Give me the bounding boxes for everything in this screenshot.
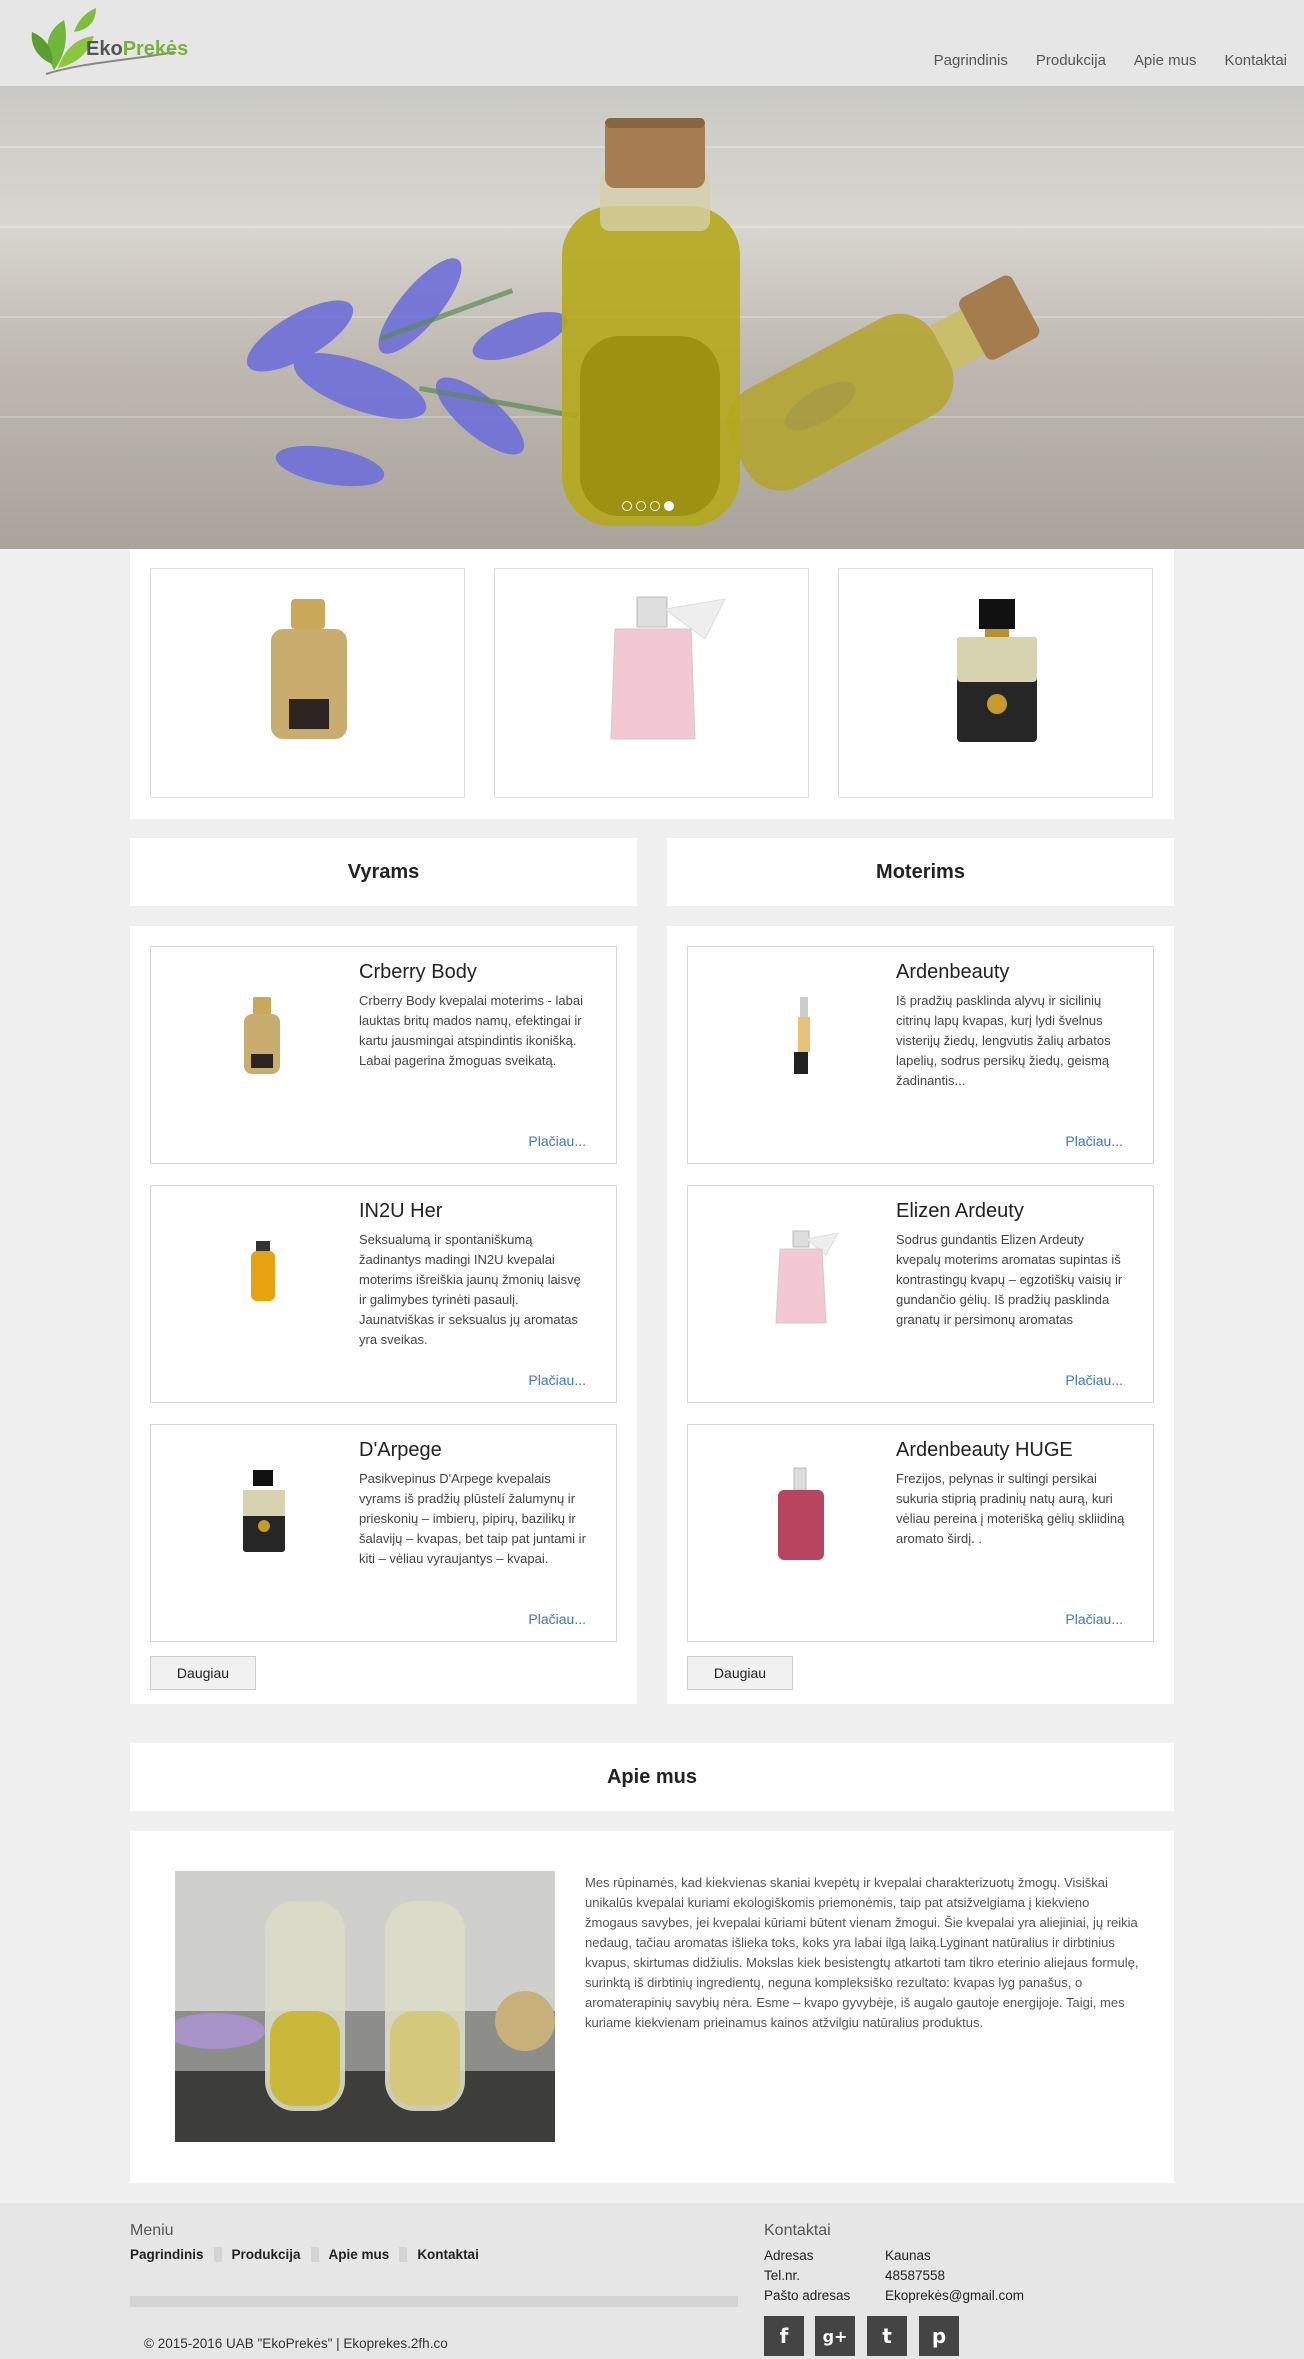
perfume-bottle-image (251, 1241, 275, 1301)
read-more-link[interactable]: Plačiau... (1065, 1133, 1123, 1149)
product-description: Sodrus gundantis Elizen Ardeuty kvepalų … (896, 1232, 1123, 1327)
more-button-women[interactable]: Daugiau (687, 1656, 793, 1690)
footer-menu: Pagrindinis Produkcija Apie mus Kontakta… (130, 2247, 489, 2262)
featured-products-panel (130, 549, 1174, 819)
hero-image (246, 118, 1040, 526)
product-card: IN2U Her Seksualumą ir spontaniškumą žad… (150, 1185, 617, 1403)
product-title[interactable]: Ardenbeauty (896, 961, 1009, 984)
footer-link-apie-mus[interactable]: Apie mus (319, 2247, 408, 2262)
contact-value-address: Kaunas (885, 2248, 931, 2263)
product-description: Seksualumą ir spontaniškumą žadinantys m… (359, 1232, 581, 1347)
about-text: Mes rūpinamės, kad kiekvienas skaniai kv… (585, 1875, 1139, 2030)
featured-product-2[interactable] (494, 568, 809, 798)
perfume-bottle-image (778, 1467, 824, 1560)
carousel-dot-1[interactable] (622, 501, 632, 511)
perfume-bottle-image (957, 599, 1037, 742)
brand-name: EkoPrekės (86, 38, 189, 60)
twitter-icon[interactable]: t (867, 2316, 907, 2356)
section-title-men: Vyrams (130, 838, 637, 906)
contact-label-address: Adresas (764, 2248, 814, 2263)
product-description: Frezijos, pelynas ir sultingi persikai s… (896, 1471, 1125, 1546)
product-title[interactable]: Crberry Body (359, 961, 477, 984)
product-title[interactable]: Ardenbeauty HUGE (896, 1439, 1073, 1462)
carousel-dot-2[interactable] (636, 501, 646, 511)
footer-link-kontaktai[interactable]: Kontaktai (407, 2247, 489, 2262)
perfume-bottle-image (610, 596, 726, 740)
nav-link-pagrindinis[interactable]: Pagrindinis (934, 52, 1008, 69)
product-card: Ardenbeauty Iš pradžių pasklinda alyvų i… (687, 946, 1154, 1164)
section-title-women: Moterims (667, 838, 1174, 906)
facebook-icon[interactable]: f (764, 2316, 804, 2356)
product-card: Crberry Body Crberry Body kvepalai moter… (150, 946, 617, 1164)
footer-divider (130, 2296, 738, 2307)
contact-label-email: Pašto adresas (764, 2288, 851, 2303)
product-card: Ardenbeauty HUGE Frezijos, pelynas ir su… (687, 1424, 1154, 1642)
carousel-dot-4[interactable] (664, 501, 674, 511)
footer-link-pagrindinis[interactable]: Pagrindinis (130, 2247, 222, 2262)
section-title-about: Apie mus (130, 1743, 1174, 1811)
carousel-dot-3[interactable] (650, 501, 660, 511)
read-more-link[interactable]: Plačiau... (528, 1372, 586, 1388)
nav-link-kontaktai[interactable]: Kontaktai (1224, 52, 1287, 69)
footer-menu-title: Meniu (130, 2222, 174, 2239)
contact-value-email[interactable]: Ekoprekės@gmail.com (885, 2288, 1024, 2303)
oil-bottles-image (175, 1871, 555, 2142)
featured-product-1[interactable] (150, 568, 465, 798)
perfume-bottle-image (244, 997, 280, 1074)
copyright-text: © 2015-2016 UAB "EkoPrekės" | Ekoprekes.… (144, 2336, 448, 2351)
product-description: Pasikvepinus D'Arpege kvepalais vyrams i… (359, 1471, 586, 1566)
perfume-bottle-image (775, 1230, 839, 1324)
google-plus-icon[interactable]: g+ (815, 2316, 855, 2356)
main-nav: Pagrindinis Produkcija Apie mus Kontakta… (906, 52, 1287, 69)
product-card: D'Arpege Pasikvepinus D'Arpege kvepalais… (150, 1424, 617, 1642)
read-more-link[interactable]: Plačiau... (1065, 1611, 1123, 1627)
carousel-indicators (622, 501, 674, 511)
footer-link-produkcija[interactable]: Produkcija (222, 2247, 319, 2262)
nav-link-produkcija[interactable]: Produkcija (1036, 52, 1106, 69)
product-title[interactable]: IN2U Her (359, 1200, 442, 1223)
perfume-bottle-image (243, 1470, 285, 1552)
footer-contacts-title: Kontaktai (764, 2222, 831, 2239)
contact-label-phone: Tel.nr. (764, 2268, 801, 2283)
product-description: Iš pradžių pasklinda alyvų ir sicilinių … (896, 993, 1111, 1088)
pinterest-icon[interactable]: p (919, 2316, 959, 2356)
read-more-link[interactable]: Plačiau... (528, 1133, 586, 1149)
site-header: EkoPrekės Pagrindinis Produkcija Apie mu… (0, 0, 1304, 86)
hero-carousel[interactable] (0, 86, 1304, 549)
nav-link-apie-mus[interactable]: Apie mus (1134, 52, 1197, 69)
read-more-link[interactable]: Plačiau... (528, 1611, 586, 1627)
product-card: Elizen Ardeuty Sodrus gundantis Elizen A… (687, 1185, 1154, 1403)
perfume-bottle-image (271, 599, 347, 739)
more-button-men[interactable]: Daugiau (150, 1656, 256, 1690)
read-more-link[interactable]: Plačiau... (1065, 1372, 1123, 1388)
product-title[interactable]: D'Arpege (359, 1439, 442, 1462)
product-title[interactable]: Elizen Ardeuty (896, 1200, 1024, 1223)
contact-value-phone: 48587558 (885, 2268, 946, 2283)
perfume-bottle-image (794, 997, 810, 1074)
featured-product-3[interactable] (838, 568, 1153, 798)
product-description: Crberry Body kvepalai moterims - labai l… (359, 993, 583, 1068)
site-logo[interactable]: EkoPrekės (24, 2, 188, 78)
